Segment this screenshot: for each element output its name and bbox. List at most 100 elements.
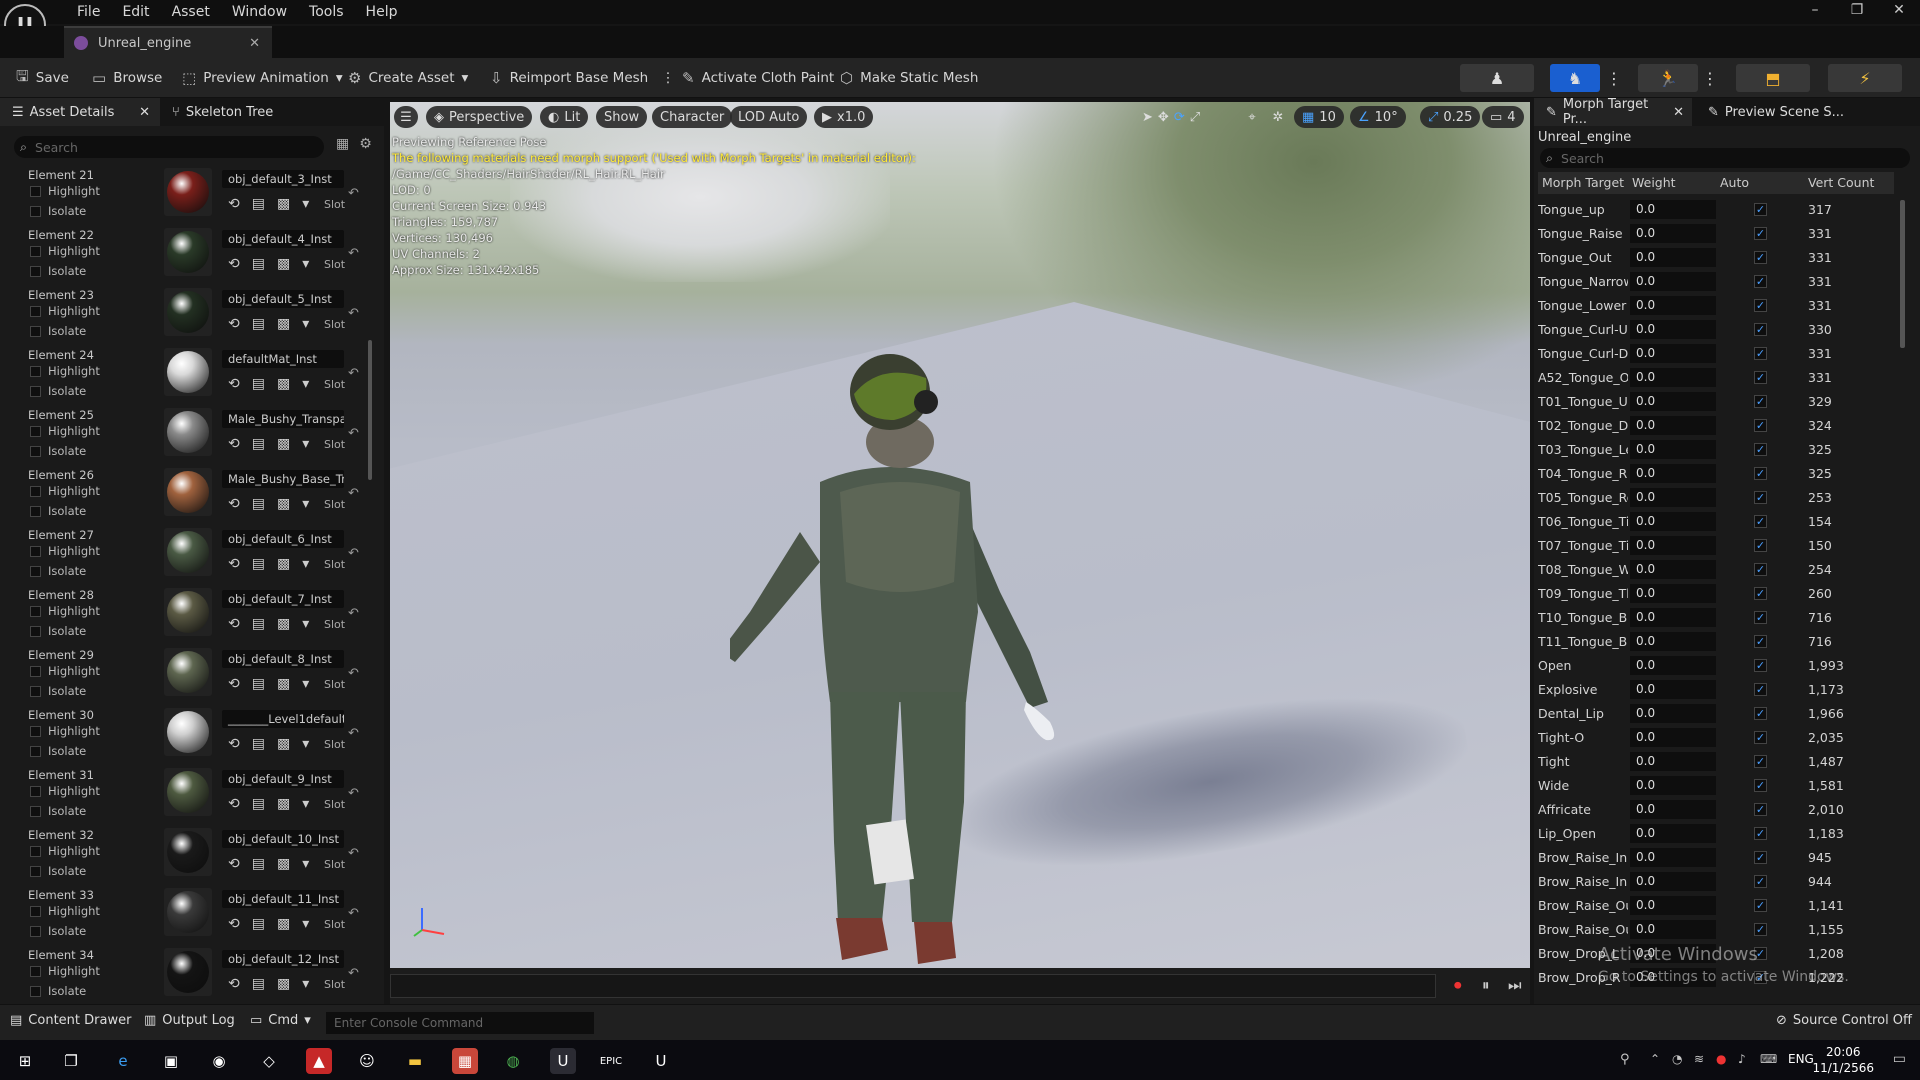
app-icon[interactable]: ☺ (354, 1048, 380, 1074)
camera-speed-button[interactable]: ▭ 4 (1482, 106, 1524, 128)
auto-checkbox[interactable]: ✓ (1754, 827, 1767, 840)
file-explorer-icon[interactable]: ▬ (402, 1048, 428, 1074)
auto-checkbox[interactable]: ✓ (1754, 683, 1767, 696)
reset-arrow-icon[interactable]: ↶ (348, 966, 359, 981)
header-auto[interactable]: Auto (1720, 175, 1749, 190)
reset-arrow-icon[interactable]: ↶ (348, 726, 359, 741)
auto-checkbox[interactable]: ✓ (1754, 923, 1767, 936)
material-thumbnail[interactable] (164, 768, 212, 816)
weight-input[interactable]: 0.0 (1630, 248, 1716, 267)
morph-target-row[interactable]: Tongue_Lower 0.0 ✓ 331 (1538, 294, 1894, 318)
auto-checkbox[interactable]: ✓ (1754, 491, 1767, 504)
auto-checkbox[interactable]: ✓ (1754, 779, 1767, 792)
auto-checkbox[interactable]: ✓ (1754, 443, 1767, 456)
reset-arrow-icon[interactable]: ↶ (348, 546, 359, 561)
cmd-dropdown[interactable]: ▭ Cmd ▾ (250, 1013, 311, 1028)
world-local-icon[interactable]: ⌖ (1242, 106, 1262, 128)
weight-input[interactable]: 0.0 (1630, 200, 1716, 219)
highlight-checkbox[interactable] (30, 966, 41, 977)
app-icon[interactable]: ▦ (452, 1048, 478, 1074)
tab-asset-details[interactable]: ☰ Asset Details ✕ (0, 98, 160, 126)
reset-arrow-icon[interactable]: ↶ (348, 426, 359, 441)
more-options-icon[interactable]: ⋮ (1604, 64, 1624, 92)
material-options-icon[interactable]: ▩ (277, 436, 290, 452)
reset-arrow-icon[interactable]: ↶ (348, 306, 359, 321)
morph-target-row[interactable]: Wide 0.0 ✓ 1,581 (1538, 774, 1894, 798)
morph-list-scrollbar[interactable] (1900, 200, 1905, 348)
material-thumbnail[interactable] (164, 168, 212, 216)
auto-checkbox[interactable]: ✓ (1754, 419, 1767, 432)
use-selected-icon[interactable]: ⟲ (228, 616, 240, 632)
chevron-down-icon[interactable]: ▾ (302, 856, 309, 872)
isolate-checkbox[interactable] (30, 566, 41, 577)
minimize-icon[interactable]: – (1794, 2, 1836, 18)
antivirus-icon[interactable]: ● (1716, 1052, 1726, 1066)
browse-asset-icon[interactable]: ▤ (252, 976, 265, 992)
reset-arrow-icon[interactable]: ↶ (348, 246, 359, 261)
browse-asset-icon[interactable]: ▤ (252, 376, 265, 392)
auto-checkbox[interactable]: ✓ (1754, 371, 1767, 384)
highlight-checkbox[interactable] (30, 726, 41, 737)
auto-checkbox[interactable]: ✓ (1754, 731, 1767, 744)
morph-target-row[interactable]: Explosive 0.0 ✓ 1,173 (1538, 678, 1894, 702)
auto-checkbox[interactable]: ✓ (1754, 611, 1767, 624)
material-name-field[interactable]: Male_Bushy_Transparent (222, 410, 344, 428)
create-asset-button[interactable]: ⚙ Create Asset ▾ (348, 58, 468, 98)
weight-input[interactable]: 0.0 (1630, 488, 1716, 507)
auto-checkbox[interactable]: ✓ (1754, 899, 1767, 912)
morph-target-row[interactable]: Brow_Raise_Inner0.0 ✓ 945 (1538, 846, 1894, 870)
isolate-checkbox[interactable] (30, 446, 41, 457)
auto-checkbox[interactable]: ✓ (1754, 803, 1767, 816)
chevron-down-icon[interactable]: ▾ (302, 316, 309, 332)
weight-input[interactable]: 0.0 (1630, 224, 1716, 243)
browse-asset-icon[interactable]: ▤ (252, 676, 265, 692)
auto-checkbox[interactable]: ✓ (1754, 299, 1767, 312)
material-options-icon[interactable]: ▩ (277, 676, 290, 692)
morph-target-row[interactable]: Tongue_up 0.0 ✓ 317 (1538, 198, 1894, 222)
weight-input[interactable]: 0.0 (1630, 920, 1716, 939)
highlight-checkbox[interactable] (30, 666, 41, 677)
highlight-checkbox[interactable] (30, 786, 41, 797)
weight-input[interactable]: 0.0 (1630, 608, 1716, 627)
auto-checkbox[interactable]: ✓ (1754, 875, 1767, 888)
weight-input[interactable]: 0.0 (1630, 656, 1716, 675)
morph-target-row[interactable]: T11_Tongue_Bulge0.0 ✓ 716 (1538, 630, 1894, 654)
material-thumbnail[interactable] (164, 708, 212, 756)
menu-asset[interactable]: Asset (161, 2, 221, 22)
menu-file[interactable]: File (66, 2, 111, 22)
highlight-checkbox[interactable] (30, 366, 41, 377)
tab-preview-scene-settings[interactable]: ✎ Preview Scene S... (1696, 98, 1916, 126)
close-tab-icon[interactable]: ✕ (249, 36, 260, 51)
network-icon[interactable]: ◔ (1672, 1052, 1682, 1066)
auto-checkbox[interactable]: ✓ (1754, 323, 1767, 336)
play-speed-button[interactable]: ▶ x1.0 (814, 106, 874, 128)
auto-checkbox[interactable]: ✓ (1754, 563, 1767, 576)
tab-skeleton-tree[interactable]: ⑂ Skeleton Tree (160, 98, 360, 126)
reset-arrow-icon[interactable]: ↶ (348, 186, 359, 201)
chevron-down-icon[interactable]: ▾ (302, 196, 309, 212)
browse-asset-icon[interactable]: ▤ (252, 196, 265, 212)
tab-morph-target-preview[interactable]: ✎ Morph Target Pr... ✕ (1534, 97, 1692, 127)
details-search-input[interactable]: ⌕ Search (14, 136, 324, 158)
activate-cloth-paint-button[interactable]: ✎ Activate Cloth Paint (682, 58, 834, 98)
viewport-options-button[interactable]: ☰ (394, 106, 418, 128)
weight-input[interactable]: 0.0 (1630, 416, 1716, 435)
morph-target-row[interactable]: Brow_Raise_Inner0.0 ✓ 944 (1538, 870, 1894, 894)
browse-asset-icon[interactable]: ▤ (252, 436, 265, 452)
use-selected-icon[interactable]: ⟲ (228, 916, 240, 932)
material-options-icon[interactable]: ▩ (277, 496, 290, 512)
material-name-field[interactable]: obj_default_7_Inst (222, 590, 344, 608)
chevron-down-icon[interactable]: ▾ (302, 616, 309, 632)
browse-asset-icon[interactable]: ▤ (252, 796, 265, 812)
isolate-checkbox[interactable] (30, 686, 41, 697)
isolate-checkbox[interactable] (30, 326, 41, 337)
isolate-checkbox[interactable] (30, 266, 41, 277)
isolate-checkbox[interactable] (30, 386, 41, 397)
clock[interactable]: 20:06 11/1/2566 (1812, 1044, 1874, 1076)
isolate-checkbox[interactable] (30, 806, 41, 817)
material-options-icon[interactable]: ▩ (277, 256, 290, 272)
auto-checkbox[interactable]: ✓ (1754, 251, 1767, 264)
highlight-checkbox[interactable] (30, 606, 41, 617)
material-options-icon[interactable]: ▩ (277, 616, 290, 632)
morph-target-row[interactable]: T07_Tongue_Tip 0.0 ✓ 150 (1538, 534, 1894, 558)
